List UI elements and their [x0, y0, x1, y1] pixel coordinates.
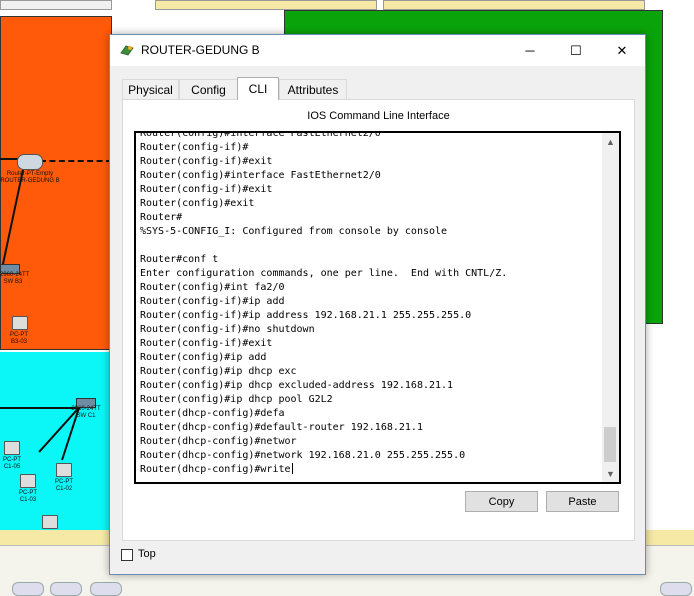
router-config-window: ROUTER-GEDUNG B ─ ☐ ✕ Physical Config CL… — [109, 34, 646, 575]
terminal-line: Router(dhcp-config)#network 192.168.21.0… — [140, 450, 466, 461]
device-type-icon[interactable] — [660, 582, 692, 596]
terminal-line: Router(config)#ip dhcp excluded-address … — [140, 380, 454, 391]
router-icon[interactable] — [17, 154, 43, 170]
top-checkbox-label: Top — [138, 548, 156, 560]
terminal-line: Router(config)#exit — [140, 198, 255, 209]
packet-tracer-app-icon — [120, 45, 134, 56]
device-type-icon[interactable] — [12, 582, 44, 596]
scroll-down-arrow-icon[interactable]: ▼ — [602, 465, 619, 482]
terminal-line: Router#conf t — [140, 254, 219, 265]
terminal-line: Router(config-if)# — [140, 142, 249, 153]
terminal-line: Router(config)#ip dhcp pool G2L2 — [140, 394, 333, 405]
terminal-line: Router(config-if)#exit — [140, 156, 273, 167]
window-title: ROUTER-GEDUNG B — [141, 43, 260, 57]
pc-icon[interactable] — [20, 474, 36, 488]
pc-icon[interactable] — [12, 316, 28, 330]
copy-button[interactable]: Copy — [465, 491, 538, 512]
top-strip-left — [0, 0, 112, 10]
terminal-scrollbar[interactable]: ▲ ▼ — [602, 133, 619, 482]
scroll-thumb[interactable] — [604, 427, 616, 462]
terminal-line: Router(config-if)#exit — [140, 338, 273, 349]
terminal-line: Router(config)#ip dhcp exc — [140, 366, 297, 377]
terminal-line: Router(dhcp-config)#write — [140, 463, 293, 475]
terminal-line: Router(dhcp-config)#defa — [140, 408, 285, 419]
cli-tab-panel: IOS Command Line Interface Router(config… — [122, 99, 635, 541]
cli-panel-title: IOS Command Line Interface — [307, 110, 450, 122]
terminal-line: Enter configuration commands, one per li… — [140, 268, 508, 279]
top-checkbox[interactable] — [121, 549, 133, 561]
pc-device-label: PC-PT B3-03 — [10, 332, 28, 345]
close-button[interactable]: ✕ — [599, 35, 645, 66]
pc-device-label: PC-PT C1-03 — [19, 490, 37, 503]
terminal-line: Router(config-if)#exit — [140, 184, 273, 195]
device-type-icon[interactable] — [90, 582, 122, 596]
pc-icon[interactable] — [42, 515, 58, 529]
text-cursor — [291, 463, 293, 474]
router-device-label: Router-PT-Empty ROUTER-GEDUNG B — [0, 171, 60, 184]
pc-device-label: PC-PT C1-02 — [55, 479, 73, 492]
pc-icon[interactable] — [56, 463, 72, 477]
terminal-line: Router(config)#interface FastEthernet2/0 — [140, 131, 381, 139]
device-type-icon[interactable] — [50, 582, 82, 596]
tab-physical[interactable]: Physical — [122, 79, 179, 99]
window-client-area: Physical Config CLI Attributes IOS Comma… — [110, 66, 645, 574]
terminal-line: Router# — [140, 212, 183, 223]
tab-cli[interactable]: CLI — [237, 77, 279, 100]
terminal-line: Router(config)#interface FastEthernet2/0 — [140, 170, 381, 181]
terminal-output: Router(config)#interface FastEthernet2/0… — [140, 131, 600, 477]
terminal-line: Router(dhcp-config)#networ — [140, 436, 297, 447]
pc-icon[interactable] — [4, 441, 20, 455]
cli-terminal[interactable]: Router(config)#interface FastEthernet2/0… — [134, 131, 621, 484]
terminal-line: Router(config-if)#ip add — [140, 296, 285, 307]
terminal-line: Router(config-if)#no shutdown — [140, 324, 315, 335]
switch-device-label: 2960-24TT SW B3 — [0, 272, 30, 285]
terminal-line: Router(dhcp-config)#default-router 192.1… — [140, 422, 423, 433]
terminal-line: Router(config)#ip add — [140, 352, 267, 363]
minimize-button[interactable]: ─ — [507, 35, 553, 66]
network-cable — [40, 160, 112, 162]
scroll-up-arrow-icon[interactable]: ▲ — [602, 133, 619, 150]
pc-device-label: PC-PT C1-05 — [3, 457, 21, 470]
tab-attributes[interactable]: Attributes — [279, 79, 347, 99]
top-strip-middle — [155, 0, 377, 10]
paste-button[interactable]: Paste — [546, 491, 619, 512]
top-strip-right — [383, 0, 645, 10]
switch-device-label: 2960-24TT SW C1 — [71, 406, 101, 419]
terminal-line: %SYS-5-CONFIG_I: Configured from console… — [140, 226, 448, 237]
tab-config[interactable]: Config — [179, 79, 238, 99]
maximize-button[interactable]: ☐ — [553, 35, 599, 66]
terminal-line: Router(config)#int fa2/0 — [140, 282, 285, 293]
window-titlebar[interactable]: ROUTER-GEDUNG B ─ ☐ ✕ — [110, 35, 645, 66]
terminal-line: Router(config-if)#ip address 192.168.21.… — [140, 310, 472, 321]
